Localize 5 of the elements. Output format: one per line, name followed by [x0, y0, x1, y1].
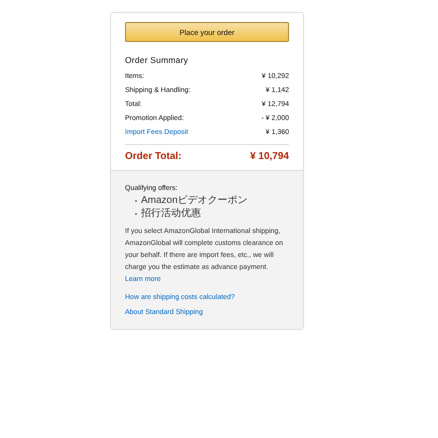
offer-item: 招行活动优惠	[141, 207, 201, 220]
summary-title: Order Summary	[125, 55, 190, 65]
offer-item: Amazonビデオクーポン	[141, 194, 248, 207]
order-total-label: Order Total:	[125, 151, 182, 162]
order-total-amount: ¥ 10,794	[250, 151, 289, 162]
